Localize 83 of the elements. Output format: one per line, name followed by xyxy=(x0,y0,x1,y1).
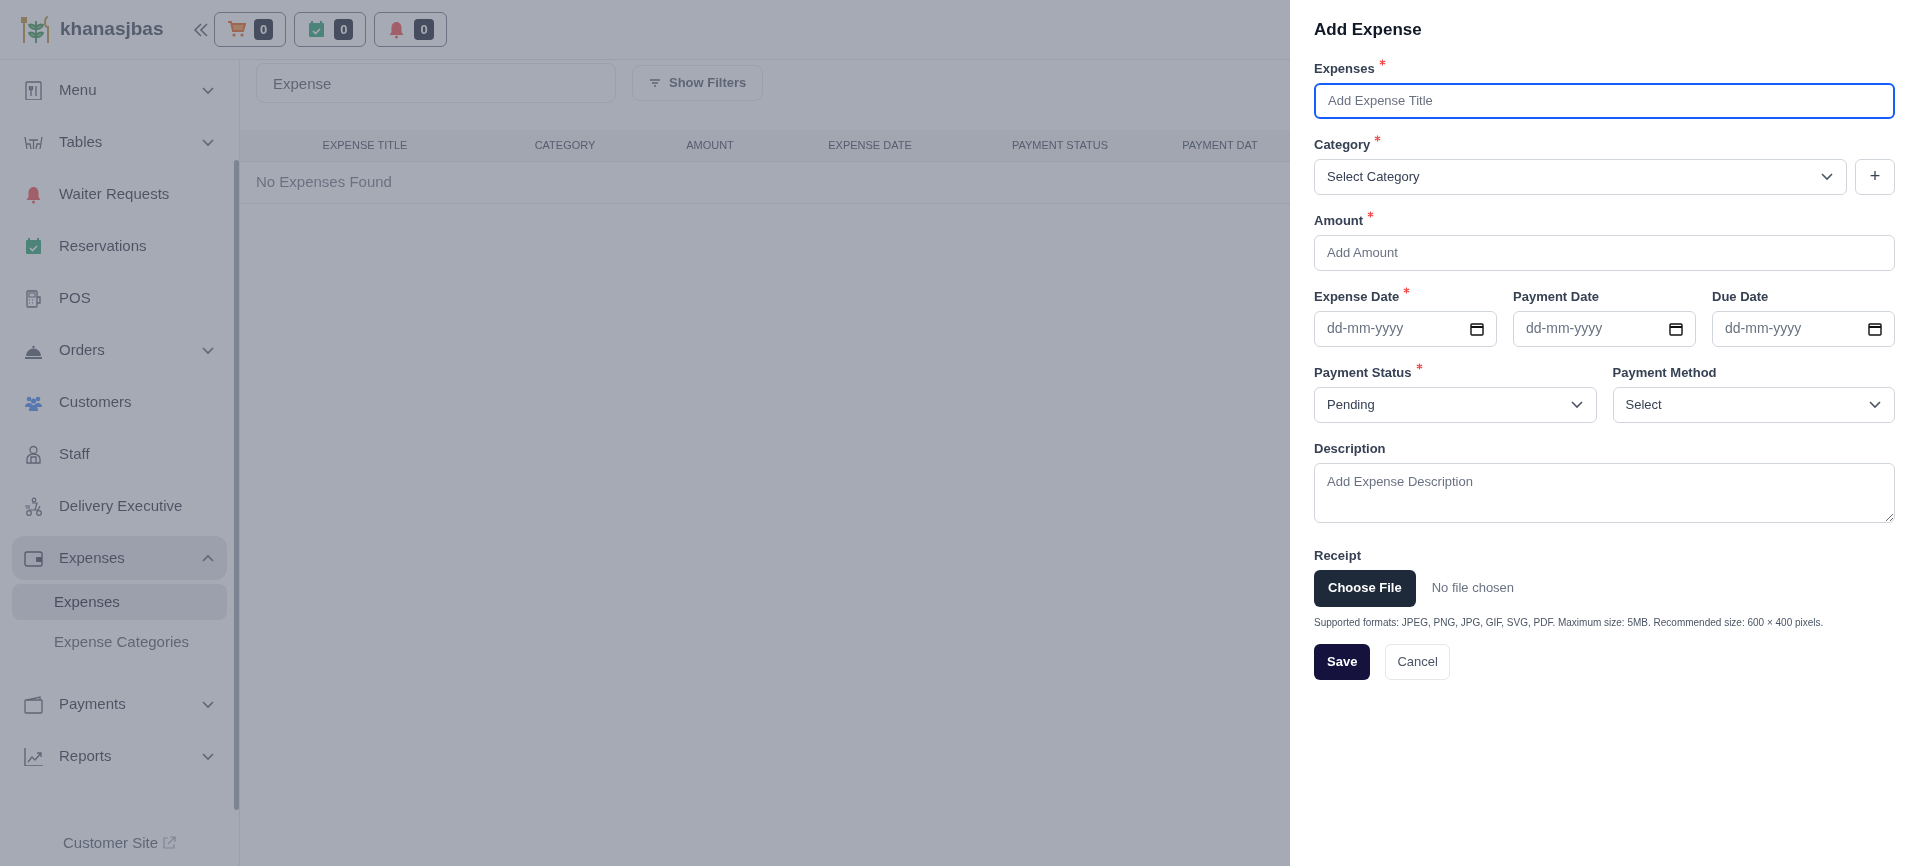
chevron-down-icon xyxy=(201,750,215,762)
sidebar-item[interactable]: Reports xyxy=(12,734,227,778)
cancel-button[interactable]: Cancel xyxy=(1385,643,1450,680)
column-header: EXPENSE DATE xyxy=(828,138,912,154)
cart-icon xyxy=(227,20,246,39)
calendar-check-icon xyxy=(307,20,327,39)
calendar-icon[interactable] xyxy=(1868,321,1882,336)
add-category-button[interactable]: + xyxy=(1855,158,1895,195)
column-header: PAYMENT STATUS xyxy=(1011,138,1109,154)
sidebar-item[interactable]: Tables xyxy=(12,120,227,164)
scooter-icon xyxy=(24,496,43,516)
field-label: Category xyxy=(1314,135,1371,154)
select-field[interactable]: Pending xyxy=(1314,386,1597,423)
save-button[interactable]: Save xyxy=(1314,643,1371,680)
input-field[interactable]: Add Expense Title xyxy=(1314,82,1895,119)
choose-file-button[interactable]: Choose File xyxy=(1314,569,1416,607)
menu-card-icon xyxy=(24,80,43,100)
chevron-up-icon xyxy=(201,552,215,564)
card-holder-icon xyxy=(24,694,43,714)
chevron-down-icon xyxy=(201,136,215,148)
chevron-down-icon xyxy=(201,84,215,96)
chevron-down-icon xyxy=(201,344,215,356)
sidebar-item[interactable]: Orders xyxy=(12,328,227,372)
sidebar-item[interactable]: Reservations xyxy=(12,224,227,268)
column-header: PAYMENT DAT xyxy=(1182,138,1258,154)
field-label: Description xyxy=(1314,439,1386,458)
sidebar-subitem[interactable]: Expenses xyxy=(12,584,227,620)
sidebar-item[interactable]: Payments xyxy=(12,682,227,726)
sidebar-item[interactable]: Customers xyxy=(12,380,227,424)
category-select[interactable]: Select Category xyxy=(1314,158,1847,195)
chevron-down-icon xyxy=(201,698,215,710)
field-label: Receipt xyxy=(1314,546,1361,565)
field-label: Due Date xyxy=(1712,287,1769,306)
external-link-icon xyxy=(162,835,176,850)
file-status: No file chosen xyxy=(1431,579,1515,598)
description-field[interactable]: Add Expense Description xyxy=(1314,462,1895,523)
upload-hint: Supported formats: JPEG, PNG, JPG, GIF, SVG, PDF. Maximum size: 5MB. Recommended size: 600 × 400 pixels. xyxy=(1314,615,1825,630)
empty-message: No Expenses Found xyxy=(256,172,392,193)
date-field[interactable]: dd-mm-yyyy xyxy=(1712,310,1895,347)
sidebar-item[interactable]: Menu xyxy=(12,68,227,112)
column-header: CATEGORY xyxy=(534,138,596,154)
calendar-icon[interactable] xyxy=(1470,321,1484,336)
field-label: Payment Method xyxy=(1612,363,1717,382)
sidebar-item[interactable]: Waiter Requests xyxy=(12,172,227,216)
chevron-down-icon xyxy=(1820,171,1834,182)
sidebar-item[interactable]: POS xyxy=(12,276,227,320)
field-label: Payment Date xyxy=(1513,287,1599,306)
show-filters-button[interactable]: Show Filters xyxy=(632,65,764,101)
scrollbar[interactable] xyxy=(234,160,239,810)
sidebar-item[interactable]: Staff xyxy=(12,432,227,476)
field-label: Amount xyxy=(1314,211,1364,230)
line-chart-icon xyxy=(24,746,43,766)
bell-icon xyxy=(24,184,43,204)
sidebar-item[interactable]: Expenses xyxy=(12,536,227,580)
brand-name: khanasjbas xyxy=(60,17,164,42)
date-field[interactable]: dd-mm-yyyy xyxy=(1513,310,1696,347)
column-header: EXPENSE TITLE xyxy=(322,138,408,154)
sidebar-subitem[interactable]: Expense Categories xyxy=(12,624,227,660)
count-badge: 0 xyxy=(254,18,274,41)
date-field[interactable]: dd-mm-yyyy xyxy=(1314,310,1497,347)
pos-terminal-icon xyxy=(24,288,43,308)
calendar-check-icon xyxy=(24,236,43,256)
notification-button[interactable]: 0 xyxy=(294,12,367,47)
select-field[interactable]: Select xyxy=(1612,386,1895,423)
search-field[interactable]: Expense xyxy=(256,63,616,103)
chevron-down-icon xyxy=(1569,399,1584,410)
field-label: Expense Date xyxy=(1314,287,1400,306)
field-label: Payment Status xyxy=(1314,363,1412,382)
chevron-down-icon xyxy=(1868,399,1882,410)
column-header: AMOUNT xyxy=(686,138,734,154)
wallet-icon xyxy=(24,548,43,568)
notification-button[interactable]: 0 xyxy=(374,12,447,47)
count-badge: 0 xyxy=(414,18,434,41)
sidebar-item[interactable]: Delivery Executive xyxy=(12,484,227,528)
calendar-icon[interactable] xyxy=(1669,321,1683,336)
person-icon xyxy=(24,444,43,464)
drawer-title: Add Expense xyxy=(1314,19,1423,41)
notification-button[interactable]: 0 xyxy=(214,12,287,47)
collapse-icon[interactable] xyxy=(191,21,210,38)
field-label: Expenses xyxy=(1314,59,1375,78)
customer-site-link[interactable]: Customer Site xyxy=(62,831,176,854)
filter-icon xyxy=(649,78,661,88)
count-badge: 0 xyxy=(334,18,354,41)
